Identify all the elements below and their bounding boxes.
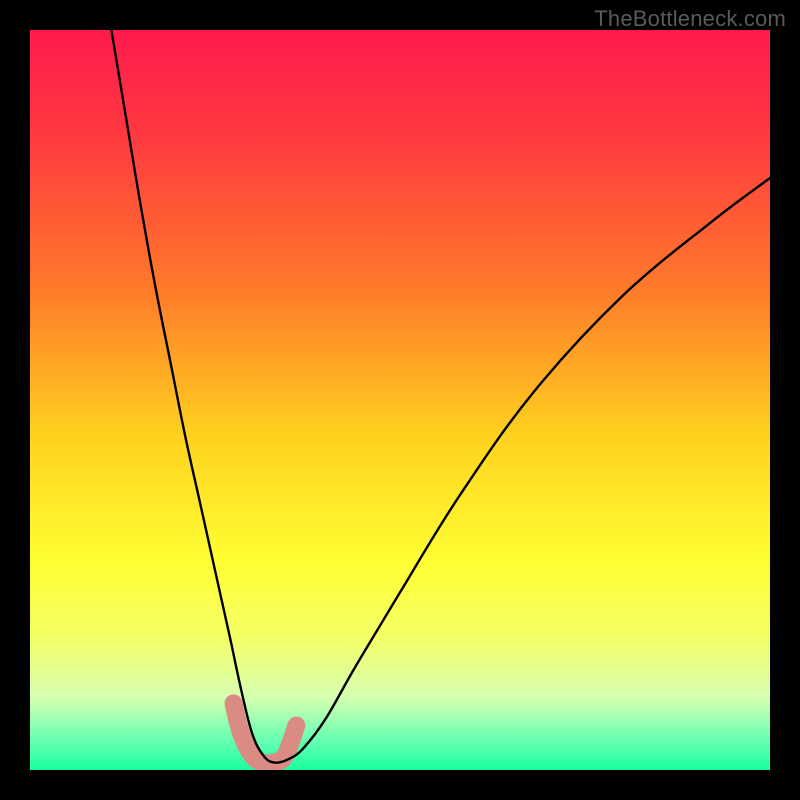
bottleneck-curve-path (111, 30, 770, 763)
chart-frame: TheBottleneck.com (0, 0, 800, 800)
watermark-text: TheBottleneck.com (594, 6, 786, 32)
curve-layer (30, 30, 770, 770)
plot-area (30, 30, 770, 770)
valley-highlight-path (234, 703, 297, 763)
